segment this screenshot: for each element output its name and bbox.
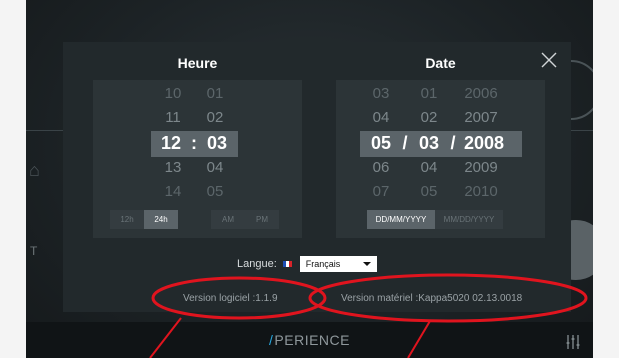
hour-format-toggle: 12h 24h — [110, 210, 178, 229]
bottom-bar: /PERIENCE — [26, 322, 593, 358]
date-row[interactable]: 06 04 2009 — [336, 159, 545, 181]
date-row[interactable]: 04 02 2007 — [336, 109, 545, 131]
date-row[interactable]: 07 05 2010 — [336, 183, 545, 205]
language-select[interactable]: Français — [299, 256, 377, 272]
date-picker: 03 01 2006 04 02 2007 05 / 03 / 2008 06 … — [336, 80, 545, 238]
time-row[interactable]: 14 05 — [93, 183, 302, 205]
date-title: Date — [425, 55, 456, 71]
background-glyph: T — [30, 244, 38, 258]
time-row[interactable]: 11 02 — [93, 109, 302, 131]
language-row: Langue: Français — [237, 256, 377, 272]
time-title: Heure — [177, 55, 218, 71]
date-format-toggle: DD/MM/YYYY MM/DD/YYYY — [367, 210, 503, 229]
date-row[interactable]: 03 01 2006 — [336, 85, 545, 107]
background-glyph: ⌂ — [29, 160, 40, 180]
pm-button[interactable]: PM — [245, 210, 279, 229]
background-line — [571, 130, 593, 131]
chevron-down-icon — [362, 262, 371, 266]
time-row[interactable]: 10 01 — [93, 85, 302, 107]
format-ddmmyyyy-button[interactable]: DD/MM/YYYY — [367, 210, 435, 229]
brand-logo: /PERIENCE — [269, 332, 350, 348]
am-pm-toggle: AM PM — [211, 210, 279, 229]
french-flag-icon — [282, 261, 292, 267]
language-label: Langue: — [237, 258, 277, 270]
format-24h-button[interactable]: 24h — [144, 210, 178, 229]
time-picker: 10 01 11 02 12 : 03 13 04 14 05 12h 24h … — [93, 80, 302, 238]
format-12h-button[interactable]: 12h — [110, 210, 144, 229]
date-row-selected[interactable]: 05 / 03 / 2008 — [336, 133, 545, 155]
language-select-value: Français — [305, 259, 341, 269]
settings-dialog: Heure 10 01 11 02 12 : 03 13 04 14 05 12… — [63, 42, 571, 312]
format-mmddyyyy-button[interactable]: MM/DD/YYYY — [435, 210, 503, 229]
time-row-selected[interactable]: 12 : 03 — [93, 133, 302, 155]
hardware-version: Version matériel :Kappa5020 02.13.0018 — [341, 293, 523, 304]
software-version: Version logiciel :1.1.9 — [183, 293, 278, 304]
am-button[interactable]: AM — [211, 210, 245, 229]
equalizer-icon[interactable] — [565, 334, 581, 350]
background-line — [26, 130, 66, 131]
time-row[interactable]: 13 04 — [93, 159, 302, 181]
